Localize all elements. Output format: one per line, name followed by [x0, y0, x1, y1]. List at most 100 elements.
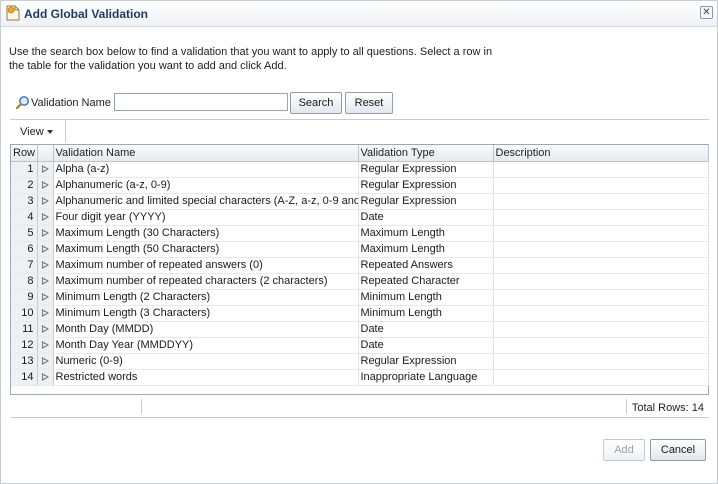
- column-header-select: [37, 145, 54, 162]
- row-select-arrow-icon: [41, 373, 49, 382]
- row-selector[interactable]: [37, 193, 54, 210]
- description-cell: [493, 177, 709, 194]
- validation-name-cell: Maximum number of repeated answers (0): [53, 257, 359, 274]
- dialog-titlebar: Add Global Validation ✕: [1, 1, 717, 27]
- row-select-arrow-icon: [41, 341, 49, 350]
- column-header-description[interactable]: Description: [493, 145, 709, 162]
- table-row[interactable]: 3 Alphanumeric and limited special charac…: [11, 193, 709, 210]
- validation-name-cell: Month Day (MMDD): [53, 321, 359, 338]
- column-header-row[interactable]: Row: [11, 145, 38, 162]
- table-row[interactable]: 8 Maximum number of repeated characters (…: [11, 273, 709, 290]
- validations-table-container[interactable]: Row Validation Name Validation Type Desc…: [10, 144, 709, 395]
- validation-type-cell: Date: [358, 337, 494, 354]
- row-select-arrow-icon: [41, 245, 49, 254]
- row-number: 10: [11, 305, 38, 322]
- description-cell: [493, 321, 709, 338]
- column-header-validation-name[interactable]: Validation Name: [53, 145, 359, 162]
- row-selector[interactable]: [37, 209, 54, 226]
- instructions-text: Use the search box below to find a valid…: [9, 46, 493, 72]
- row-selector[interactable]: [37, 177, 54, 194]
- row-select-arrow-icon: [41, 213, 49, 222]
- table-toolbar: View: [10, 119, 709, 143]
- validation-name-cell: Restricted words: [53, 369, 359, 386]
- row-selector[interactable]: [37, 289, 54, 306]
- row-selector[interactable]: [37, 161, 54, 178]
- row-selector[interactable]: [37, 353, 54, 370]
- row-selector[interactable]: [37, 305, 54, 322]
- table-row[interactable]: 2 Alphanumeric (a-z, 0-9) Regular Expressi…: [11, 177, 709, 194]
- table-row[interactable]: 12 Month Day Year (MMDDYY) Date: [11, 337, 709, 354]
- table-row[interactable]: 5 Maximum Length (30 Characters) Maximum L…: [11, 225, 709, 242]
- table-row[interactable]: 4 Four digit year (YYYY) Date: [11, 209, 709, 226]
- table-body: 1 Alpha (a-z) Regular Expression 2 Alphanume…: [11, 161, 709, 386]
- add-global-validation-dialog: Add Global Validation ✕ Use the search b…: [0, 0, 718, 484]
- validation-type-cell: Minimum Length: [358, 305, 494, 322]
- total-rows-count: Total Rows: 14: [631, 402, 704, 414]
- validations-table: Row Validation Name Validation Type Desc…: [11, 145, 709, 386]
- row-select-arrow-icon: [41, 309, 49, 318]
- table-row[interactable]: 9 Minimum Length (2 Characters) Minimum Le…: [11, 289, 709, 306]
- table-row[interactable]: 11 Month Day (MMDD) Date: [11, 321, 709, 338]
- add-button[interactable]: Add: [603, 439, 645, 461]
- validation-name-input[interactable]: [114, 93, 288, 111]
- caret-down-icon: [47, 130, 53, 134]
- row-selector[interactable]: [37, 225, 54, 242]
- description-cell: [493, 241, 709, 258]
- table-footer: Total Rows: 14: [10, 396, 709, 418]
- row-select-arrow-icon: [41, 229, 49, 238]
- validation-name-cell: Maximum number of repeated characters (2…: [53, 273, 359, 290]
- row-selector[interactable]: [37, 369, 54, 386]
- row-number: 9: [11, 289, 38, 306]
- row-selector[interactable]: [37, 241, 54, 258]
- description-cell: [493, 209, 709, 226]
- description-cell: [493, 161, 709, 178]
- row-number: 6: [11, 241, 38, 258]
- dialog-title: Add Global Validation: [24, 7, 149, 21]
- document-add-icon: [6, 5, 20, 21]
- row-selector[interactable]: [37, 257, 54, 274]
- validation-type-cell: Date: [358, 321, 494, 338]
- table-row[interactable]: 14 Restricted words Inappropriate Language: [11, 369, 709, 386]
- validation-name-cell: Minimum Length (3 Characters): [53, 305, 359, 322]
- row-select-arrow-icon: [41, 293, 49, 302]
- table-row[interactable]: 7 Maximum number of repeated answers (0) R…: [11, 257, 709, 274]
- row-selector[interactable]: [37, 337, 54, 354]
- view-menu[interactable]: View: [10, 120, 66, 143]
- row-number: 1: [11, 161, 38, 178]
- validation-name-cell: Alphanumeric (a-z, 0-9): [53, 177, 359, 194]
- row-number: 8: [11, 273, 38, 290]
- description-cell: [493, 305, 709, 322]
- table-row[interactable]: 10 Minimum Length (3 Characters) Minimum L…: [11, 305, 709, 322]
- row-number: 12: [11, 337, 38, 354]
- description-cell: [493, 257, 709, 274]
- row-number: 3: [11, 193, 38, 210]
- table-row[interactable]: 6 Maximum Length (50 Characters) Maximum L…: [11, 241, 709, 258]
- table-row[interactable]: 1 Alpha (a-z) Regular Expression: [11, 161, 709, 178]
- validation-type-cell: Regular Expression: [358, 353, 494, 370]
- search-button[interactable]: Search: [290, 92, 342, 114]
- row-number: 4: [11, 209, 38, 226]
- row-selector[interactable]: [37, 273, 54, 290]
- close-button[interactable]: ✕: [700, 6, 713, 19]
- row-select-arrow-icon: [41, 261, 49, 270]
- view-menu-label: View: [20, 126, 44, 138]
- table-header-row: Row Validation Name Validation Type Desc…: [11, 145, 709, 162]
- row-number: 2: [11, 177, 38, 194]
- validation-name-cell: Alphanumeric and limited special charact…: [53, 193, 359, 210]
- cancel-button[interactable]: Cancel: [650, 439, 706, 461]
- row-selector[interactable]: [37, 321, 54, 338]
- validation-name-cell: Minimum Length (2 Characters): [53, 289, 359, 306]
- row-number: 13: [11, 353, 38, 370]
- table-row[interactable]: 13 Numeric (0-9) Regular Expression: [11, 353, 709, 370]
- validation-type-cell: Regular Expression: [358, 193, 494, 210]
- validation-type-cell: Regular Expression: [358, 161, 494, 178]
- column-header-validation-type[interactable]: Validation Type: [358, 145, 494, 162]
- row-number: 5: [11, 225, 38, 242]
- row-number: 7: [11, 257, 38, 274]
- row-select-arrow-icon: [41, 357, 49, 366]
- validation-type-cell: Maximum Length: [358, 241, 494, 258]
- description-cell: [493, 225, 709, 242]
- reset-button[interactable]: Reset: [345, 92, 393, 114]
- description-cell: [493, 193, 709, 210]
- description-cell: [493, 353, 709, 370]
